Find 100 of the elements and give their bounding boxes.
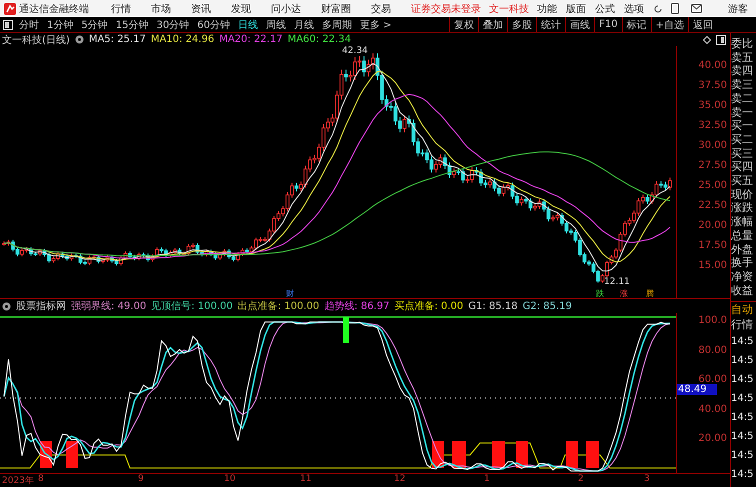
toolbar-menu-item[interactable]: 选项 — [624, 2, 644, 16]
toolbar-menu-item[interactable]: 公式 — [595, 2, 615, 16]
indicator-axis-label: 60.00 — [698, 374, 727, 386]
message-icon[interactable] — [691, 4, 702, 13]
menu-item[interactable]: 交易 — [371, 2, 391, 16]
ticks-title: 行情 — [731, 318, 754, 332]
indicator-value: 出点准备: 100.00 — [238, 300, 320, 313]
period-tab[interactable]: 多周期 — [322, 18, 352, 32]
tick-time: 14:5 — [731, 354, 754, 368]
event-badge[interactable]: 财 — [286, 289, 294, 298]
indicator-axis-label: 100.0 — [698, 315, 727, 326]
menu-item[interactable]: 问小达 — [271, 2, 301, 16]
period-tab[interactable]: 30分钟 — [156, 18, 190, 32]
quote-label: 买一 — [731, 119, 754, 133]
date-axis-label: 12 — [394, 474, 406, 484]
menu-item[interactable]: 财富圈 — [321, 2, 351, 16]
indicator-value: 买点准备: 0.00 — [394, 300, 464, 313]
indicator-value: G1: 85.18 — [468, 300, 518, 312]
tick-time: 14:5 — [731, 449, 754, 464]
tick-time: 14:5 — [731, 373, 754, 388]
quote-label: 委比 — [731, 37, 754, 51]
price-axis-label: 37.50 — [698, 80, 727, 91]
period-tab[interactable]: 分时 — [19, 18, 39, 32]
menu-item[interactable]: 市场 — [151, 2, 171, 16]
quote-label: 卖二 — [731, 92, 754, 106]
toolbar-menu-item[interactable]: 功能 — [537, 2, 557, 16]
menu-item[interactable]: 发现 — [231, 2, 251, 16]
price-axis-label: 30.00 — [698, 140, 727, 151]
event-badge[interactable]: 腾 — [646, 289, 654, 298]
diamond-icon[interactable] — [703, 36, 711, 44]
menu-item[interactable]: 行情 — [111, 2, 131, 16]
login-notice[interactable]: 证券交易未登录 — [411, 2, 481, 16]
panel-toggle-icon[interactable] — [716, 34, 726, 44]
date-axis-label: 8 — [38, 474, 44, 484]
period-tab[interactable]: 更多 > — [360, 18, 392, 32]
period-tab[interactable]: 60分钟 — [197, 18, 230, 32]
quote-label: 卖三 — [731, 78, 754, 92]
quote-label: 涨跌 — [731, 201, 754, 216]
tick-time: 14:5 — [731, 335, 754, 350]
price-axis-label: 35.00 — [698, 100, 727, 111]
period-tab[interactable]: 周线 — [266, 18, 286, 32]
quote-label: 买二 — [731, 132, 754, 147]
stock-title: 文一科技(日线) — [2, 34, 70, 46]
menu-item[interactable]: 资讯 — [191, 2, 211, 16]
tick-time: 14:5 — [731, 411, 754, 426]
tick-time: 14:5 — [731, 430, 754, 444]
event-badge[interactable]: 涨 — [620, 289, 628, 298]
price-axis-label: 15.00 — [698, 260, 727, 271]
quote-label: 买五 — [731, 174, 754, 188]
signal-bar — [516, 441, 528, 468]
refresh-icon[interactable] — [653, 4, 663, 14]
settings-icon[interactable] — [2, 302, 11, 310]
signal-bar — [492, 441, 505, 468]
moving-average-value: MA10: 24.96 — [150, 34, 214, 45]
price-axis-label: 40.00 — [698, 60, 727, 71]
date-axis-label: 9 — [138, 474, 144, 484]
price-axis-label: 22.50 — [698, 200, 727, 211]
high-price-label: 42.34 — [342, 46, 368, 56]
indicator-value: 强弱界线: 49.00 — [71, 300, 146, 313]
signal-bar — [452, 441, 466, 468]
date-axis-label: 10 — [224, 474, 236, 484]
quote-label: 净资 — [731, 270, 754, 284]
tick-time: 14:5 — [731, 392, 754, 406]
panel-toggle-icon[interactable] — [3, 20, 13, 30]
quote-label: 现价 — [731, 188, 754, 202]
current-value-label: 48.49 — [677, 384, 717, 395]
period-tab[interactable]: 15分钟 — [116, 18, 148, 32]
event-badge[interactable]: 跌 — [596, 289, 604, 298]
app-title: 通达信金融终端 — [19, 2, 89, 16]
phone-icon[interactable] — [671, 3, 679, 14]
date-axis-label: 1 — [484, 474, 490, 484]
low-price-label: 12.11 — [604, 277, 630, 287]
price-axis-label: 25.00 — [698, 180, 727, 191]
indicator-name: 股票指标网 — [16, 300, 66, 313]
period-tab[interactable]: 5分钟 — [81, 18, 108, 32]
quote-label: 总量 — [731, 228, 754, 243]
tick-time: 14:5 — [731, 468, 754, 482]
quote-label: 卖一 — [731, 106, 754, 120]
signal-bar — [586, 441, 599, 468]
login-notice[interactable]: 文一科技 — [489, 2, 529, 16]
date-axis-label: 2023年 — [2, 474, 34, 487]
quote-label: 卖五 — [731, 50, 754, 64]
price-axis-label: 32.50 — [698, 120, 727, 131]
quote-label: 换手 — [731, 256, 754, 270]
indicator-axis-label: 20.00 — [698, 433, 727, 444]
moving-average-value: MA20: 22.17 — [219, 34, 283, 45]
indicator-value: G2: 85.19 — [522, 300, 572, 312]
date-axis-label: 2 — [578, 474, 584, 484]
quote-label: 涨幅 — [731, 215, 754, 229]
quote-label: 买三 — [731, 146, 754, 160]
mode-label[interactable]: 自动 — [731, 301, 756, 318]
period-tab[interactable]: 1分钟 — [47, 18, 74, 32]
settings-icon[interactable] — [74, 35, 84, 44]
user-label[interactable]: 游客 — [728, 2, 748, 16]
indicator-axis-label: 80.00 — [698, 344, 727, 356]
period-tab[interactable]: 月线 — [294, 18, 314, 32]
price-axis-label: 20.00 — [698, 220, 727, 231]
moving-average-value: MA5: 25.17 — [88, 34, 146, 45]
toolbar-menu-item[interactable]: 版面 — [566, 2, 586, 16]
period-tab[interactable]: 日线 — [238, 18, 258, 32]
